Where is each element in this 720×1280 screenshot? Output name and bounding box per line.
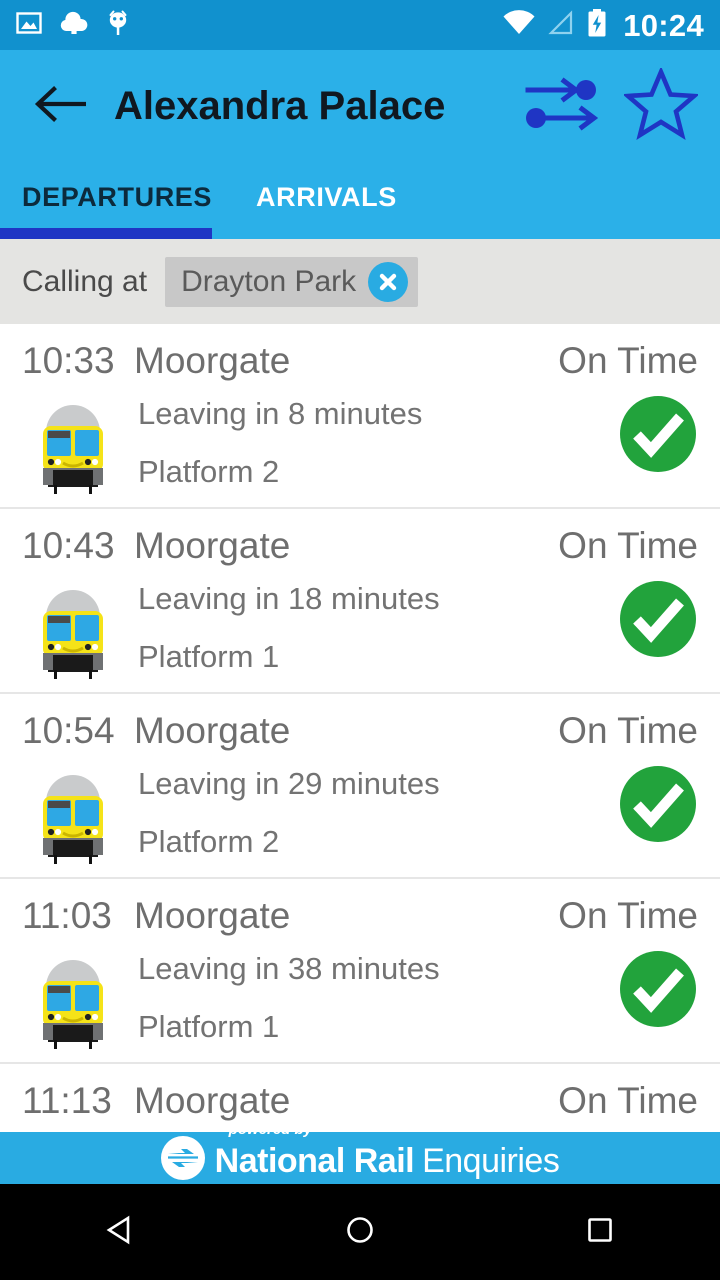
row-header: 10:33 Moorgate On Time (0, 324, 720, 386)
table-row[interactable]: 11:03 Moorgate On Time Leaving in 38 min… (0, 879, 720, 1064)
table-row[interactable]: 11:13 Moorgate On Time (0, 1064, 720, 1132)
leaving-in-text: Leaving in 18 minutes (138, 581, 440, 616)
powered-by-banner: powered by National Rail Enquiries (0, 1122, 720, 1184)
tab-departures[interactable]: DEPARTURES (0, 184, 234, 211)
nav-back-triangle-icon (101, 1211, 139, 1254)
journey-planner-icon (524, 73, 599, 140)
nav-home-circle-icon (341, 1211, 379, 1254)
wifi-icon (502, 9, 536, 41)
departure-status: On Time (558, 895, 698, 936)
nav-recents-square-icon (581, 1211, 619, 1254)
calling-at-chip[interactable]: Drayton Park (165, 256, 419, 307)
signal-icon (547, 9, 575, 41)
departure-destination: Moorgate (134, 340, 291, 381)
train-front-icon (30, 762, 116, 864)
departure-destination: Moorgate (134, 1080, 291, 1121)
platform-text: Platform 2 (138, 454, 280, 489)
platform-text: Platform 1 (138, 1009, 280, 1044)
row-detail: Leaving in 8 minutes Platform 2 (138, 392, 422, 487)
row-body: Leaving in 29 minutes Platform 2 (0, 762, 720, 864)
row-header: 10:43 Moorgate On Time (0, 509, 720, 571)
departure-destination: Moorgate (134, 525, 291, 566)
android-nav-bar (0, 1184, 720, 1280)
row-detail: Leaving in 18 minutes Platform 1 (138, 577, 440, 672)
departure-status: On Time (558, 525, 698, 566)
national-rail-logo-icon (160, 1136, 205, 1180)
green-check-icon (618, 394, 698, 474)
departure-status: On Time (558, 1080, 698, 1121)
table-row[interactable]: 10:43 Moorgate On Time Leaving in 18 min… (0, 509, 720, 694)
train-front-icon (30, 577, 116, 679)
back-button[interactable] (30, 76, 90, 136)
filter-label: Calling at (22, 264, 148, 298)
nav-home-button[interactable] (240, 1184, 480, 1280)
image-icon (16, 10, 42, 41)
row-body: Leaving in 8 minutes Platform 2 (0, 392, 720, 494)
powered-by-label: powered by (228, 1121, 313, 1138)
table-row[interactable]: 10:54 Moorgate On Time Leaving in 29 min… (0, 694, 720, 879)
chip-label: Drayton Park (181, 264, 357, 298)
app-header: Alexandra Palace (0, 50, 720, 162)
journey-planner-button[interactable] (522, 67, 600, 145)
departure-destination: Moorgate (134, 710, 291, 751)
row-header: 11:13 Moorgate On Time (0, 1064, 720, 1126)
cloud-upload-icon (59, 10, 89, 41)
departure-destination: Moorgate (134, 895, 291, 936)
status-bar: 10:24 (0, 0, 720, 50)
brand-national-rail: National Rail (214, 1142, 415, 1180)
header-actions (522, 65, 700, 145)
green-check-icon (618, 579, 698, 659)
status-bar-clock: 10:24 (623, 7, 704, 43)
platform-text: Platform 1 (138, 639, 280, 674)
leaving-in-text: Leaving in 8 minutes (138, 396, 423, 431)
battery-charging-icon (586, 8, 608, 43)
departures-list[interactable]: 10:33 Moorgate On Time Leaving in 8 minu… (0, 324, 720, 1132)
platform-text: Platform 2 (138, 824, 280, 859)
tab-active-indicator (0, 228, 212, 239)
brand-enquiries: Enquiries (422, 1142, 560, 1180)
departure-time: 11:03 (22, 895, 112, 936)
row-detail: Leaving in 38 minutes Platform 1 (138, 947, 440, 1042)
android-debug-icon (106, 9, 130, 42)
filter-strip: Calling at Drayton Park (0, 239, 720, 324)
close-circle-icon[interactable] (368, 261, 409, 302)
row-body: Leaving in 18 minutes Platform 1 (0, 577, 720, 679)
favourite-button[interactable] (622, 65, 700, 145)
green-check-icon (618, 949, 698, 1029)
leaving-in-text: Leaving in 38 minutes (138, 951, 440, 986)
status-bar-left-icons (16, 9, 130, 42)
train-front-icon (30, 947, 116, 1049)
green-check-icon (618, 764, 698, 844)
row-header: 10:54 Moorgate On Time (0, 694, 720, 756)
departure-status: On Time (558, 710, 698, 751)
nav-recents-button[interactable] (480, 1184, 720, 1280)
departure-time: 10:54 (22, 710, 115, 751)
row-header: 11:03 Moorgate On Time (0, 879, 720, 941)
leaving-in-text: Leaving in 29 minutes (138, 766, 440, 801)
status-bar-right-icons: 10:24 (502, 8, 704, 43)
departure-time: 10:33 (22, 340, 115, 381)
tab-arrivals[interactable]: ARRIVALS (234, 184, 419, 211)
national-rail-wordmark: National Rail Enquiries (215, 1138, 560, 1178)
national-rail-branding: powered by National Rail Enquiries (160, 1122, 560, 1180)
back-arrow-icon (34, 84, 87, 129)
train-front-icon (30, 392, 116, 494)
row-detail: Leaving in 29 minutes Platform 2 (138, 762, 440, 857)
departure-status: On Time (558, 340, 698, 381)
table-row[interactable]: 10:33 Moorgate On Time Leaving in 8 minu… (0, 324, 720, 509)
app-root: 10:24 Alexandra Palace DEPARTURES ARRIVA… (0, 0, 720, 1280)
row-body: Leaving in 38 minutes Platform 1 (0, 947, 720, 1049)
departure-time: 11:13 (22, 1080, 112, 1121)
favourite-star-icon (622, 65, 700, 145)
page-title: Alexandra Palace (114, 84, 446, 128)
nav-back-button[interactable] (0, 1184, 240, 1280)
departure-time: 10:43 (22, 525, 115, 566)
